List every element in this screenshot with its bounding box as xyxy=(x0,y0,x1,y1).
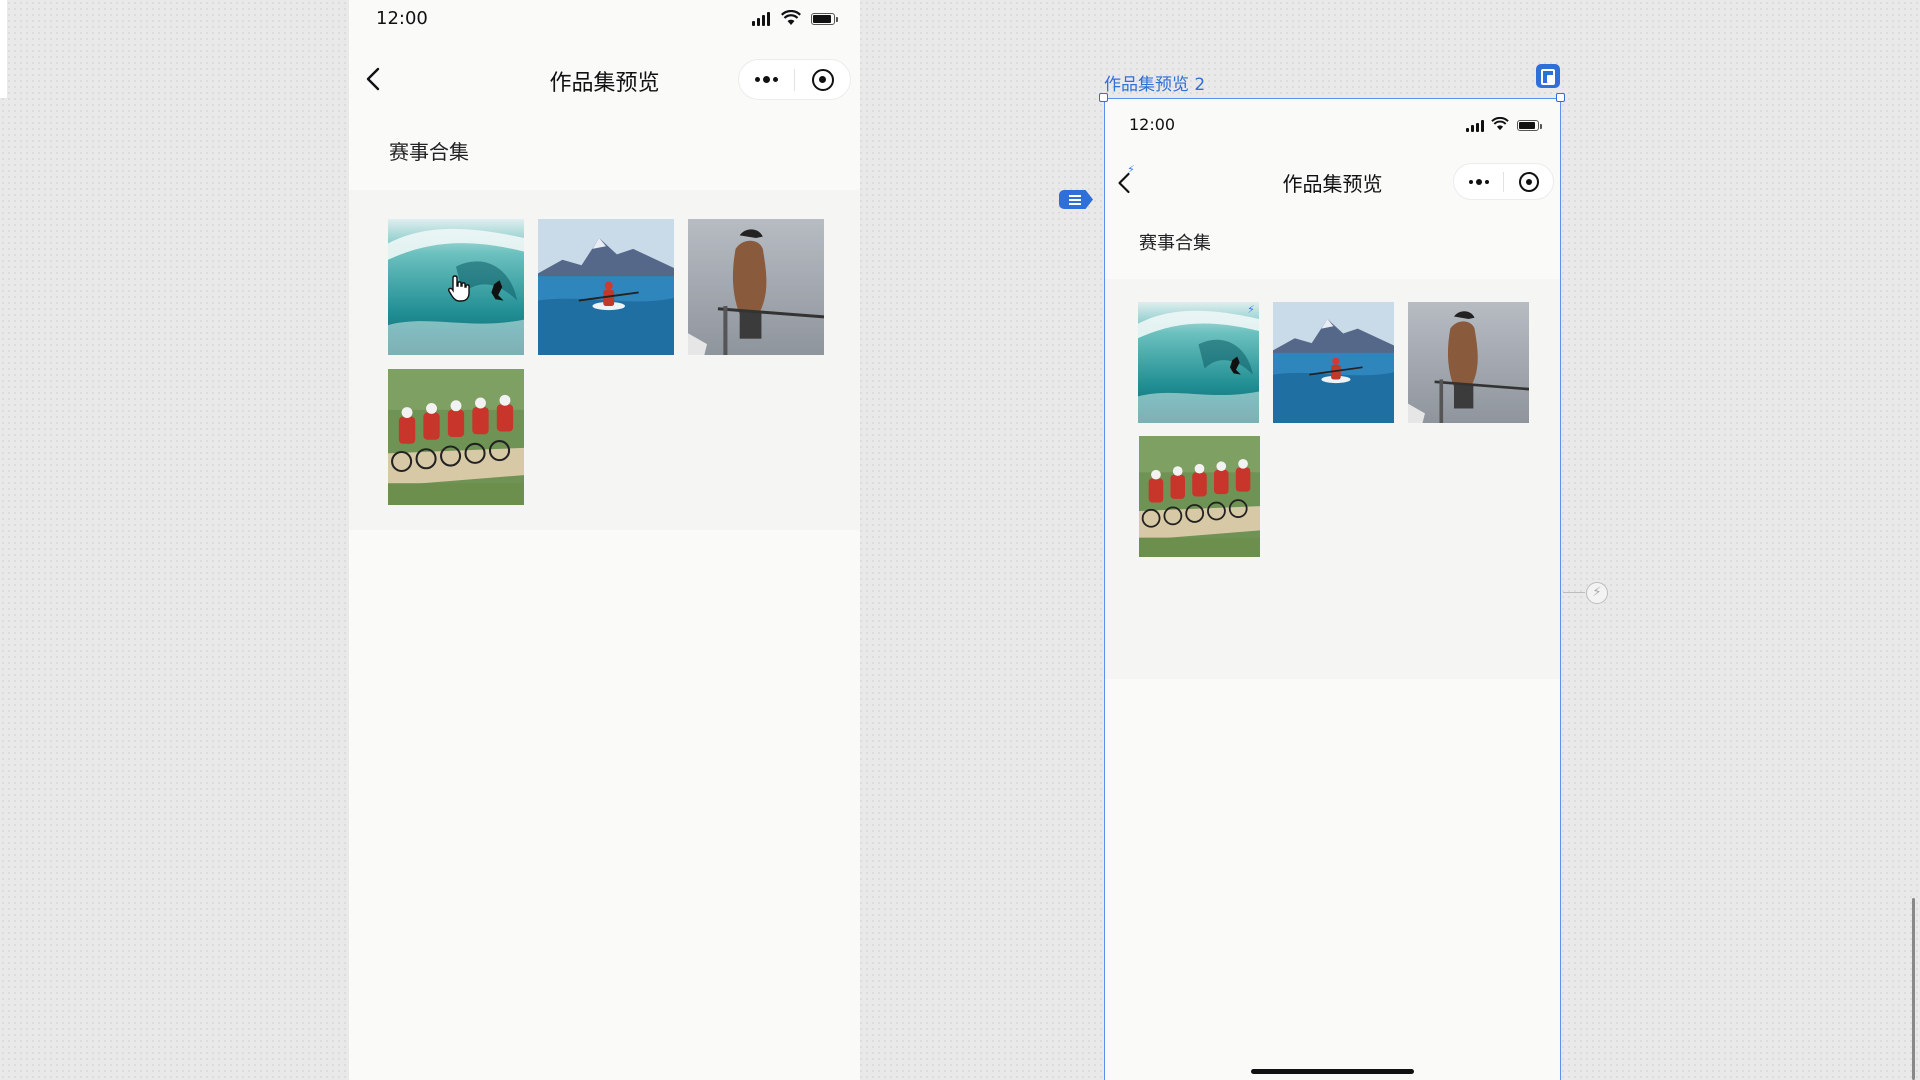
thumbnail-surfing[interactable] xyxy=(388,219,524,355)
preview-phone-left: 12:00 作品集预览 赛事合集 xyxy=(349,0,860,1080)
frame-duplicate-icon[interactable] xyxy=(1536,64,1560,88)
target-circle-icon xyxy=(1518,171,1539,192)
mini-program-capsule xyxy=(738,59,851,100)
selection-handle-top-left[interactable] xyxy=(1099,93,1108,102)
section-title: 赛事合集 xyxy=(389,140,469,164)
home-indicator xyxy=(1251,1069,1414,1074)
selection-handle-top-right[interactable] xyxy=(1556,93,1565,102)
interaction-bolt-icon: ⚡ xyxy=(1247,303,1255,316)
battery-icon xyxy=(1517,120,1542,131)
more-dots-icon xyxy=(755,76,778,83)
thumbnail-bar-athlete[interactable] xyxy=(1408,302,1529,423)
canvas-scrollbar[interactable] xyxy=(1912,898,1915,1080)
mini-program-capsule xyxy=(1453,163,1554,200)
more-button[interactable] xyxy=(1454,164,1503,199)
target-circle-icon xyxy=(811,68,834,91)
thumbnail-kayak[interactable] xyxy=(1273,302,1394,423)
list-tag-icon[interactable] xyxy=(1059,190,1093,209)
thumbnail-cyclists[interactable] xyxy=(388,369,524,505)
section-header: 赛事合集 xyxy=(1105,209,1560,279)
wifi-icon xyxy=(1491,117,1509,131)
more-dots-icon xyxy=(1468,178,1489,185)
signal-icon xyxy=(752,12,770,26)
connector-line xyxy=(1563,592,1585,593)
status-time: 12:00 xyxy=(1129,115,1176,134)
portfolio-gallery xyxy=(349,190,860,530)
status-time: 12:00 xyxy=(376,8,428,29)
section-title: 赛事合集 xyxy=(1139,233,1211,254)
battery-icon xyxy=(811,13,838,25)
thumbnail-kayak[interactable] xyxy=(538,219,674,355)
signal-icon xyxy=(1466,120,1484,132)
nav-bar: ⚡ 作品集预览 xyxy=(1105,159,1560,207)
canvas-left-strip xyxy=(0,0,7,98)
thumbnail-bar-athlete[interactable] xyxy=(688,219,824,355)
wifi-icon xyxy=(781,10,801,25)
nav-bar: 作品集预览 xyxy=(349,55,860,103)
portfolio-gallery: ⚡ xyxy=(1105,279,1560,679)
thumbnail-surfing[interactable]: ⚡ xyxy=(1138,302,1259,423)
close-button[interactable] xyxy=(1504,164,1553,199)
preview-phone-right[interactable]: 12:00 ⚡ 作品集预览 赛事合集 ⚡ xyxy=(1104,98,1561,1080)
thumbnail-cyclists[interactable] xyxy=(1139,436,1260,557)
status-bar: 12:00 xyxy=(1105,99,1560,139)
frame-label[interactable]: 作品集预览 2 xyxy=(1104,70,1205,95)
add-interaction-icon[interactable]: ⚡ xyxy=(1586,582,1608,604)
close-button[interactable] xyxy=(795,60,850,99)
more-button[interactable] xyxy=(739,60,794,99)
status-bar: 12:00 xyxy=(349,0,860,40)
section-header: 赛事合集 xyxy=(349,110,860,190)
